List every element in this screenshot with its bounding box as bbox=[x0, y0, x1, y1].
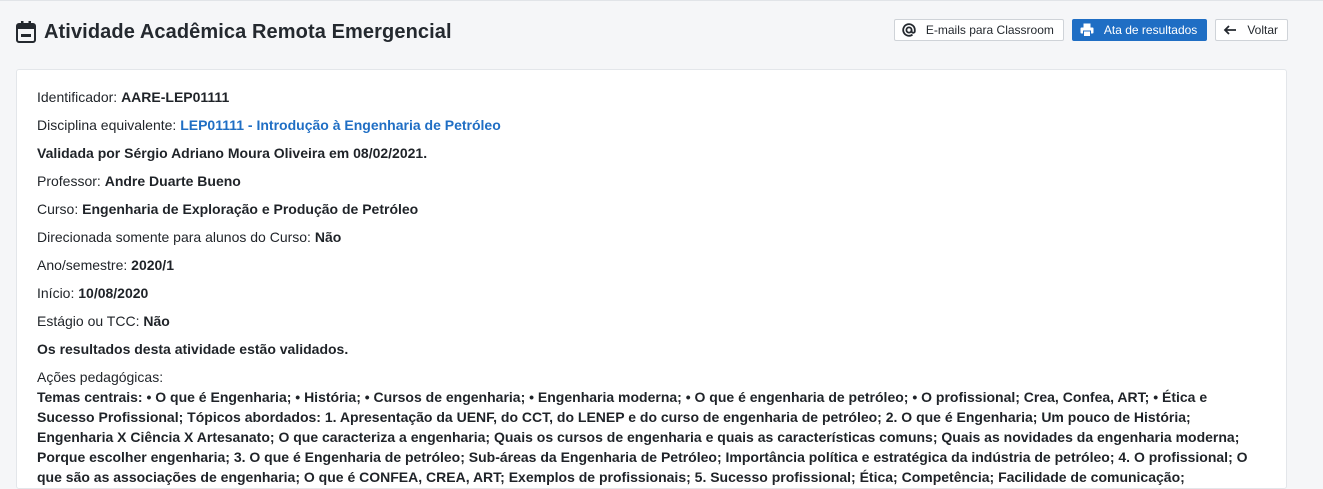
calendar-icon bbox=[16, 21, 36, 43]
professor-row: Professor: Andre Duarte Bueno bbox=[37, 171, 241, 191]
emails-classroom-label: E-mails para Classroom bbox=[925, 23, 1054, 37]
toolbar: E-mails para Classroom Ata de resultados… bbox=[893, 19, 1288, 41]
professor-label: Professor: bbox=[37, 173, 101, 189]
estagio-value: Não bbox=[143, 313, 170, 329]
voltar-button[interactable]: Voltar bbox=[1215, 19, 1288, 41]
validada-text: Validada por Sérgio Adriano Moura Olivei… bbox=[37, 145, 428, 161]
acoes-text: Temas centrais: • O que é Engenharia; • … bbox=[37, 389, 1248, 485]
ata-resultados-button[interactable]: Ata de resultados bbox=[1071, 19, 1208, 41]
disciplina-link[interactable]: LEP01111 - Introdução à Engenharia de Pe… bbox=[180, 117, 501, 133]
direcionada-row: Direcionada somente para alunos do Curso… bbox=[37, 227, 341, 247]
identificador-row: Identificador: AARE-LEP01111 bbox=[37, 87, 229, 107]
ano-label: Ano/semestre: bbox=[37, 257, 128, 273]
ano-value: 2020/1 bbox=[131, 257, 174, 273]
estagio-label: Estágio ou TCC: bbox=[37, 313, 140, 329]
at-icon bbox=[902, 23, 916, 37]
resultados-text: Os resultados desta atividade estão vali… bbox=[37, 341, 349, 357]
page-title: Atividade Acadêmica Remota Emergencial bbox=[44, 20, 452, 43]
inicio-row: Início: 10/08/2020 bbox=[37, 283, 148, 303]
disciplina-row: Disciplina equivalente: LEP01111 - Intro… bbox=[37, 115, 501, 135]
estagio-row: Estágio ou TCC: Não bbox=[37, 311, 170, 331]
acoes-label: Ações pedagógicas: bbox=[37, 369, 164, 385]
printer-icon bbox=[1080, 23, 1094, 37]
ano-row: Ano/semestre: 2020/1 bbox=[37, 255, 174, 275]
details-card: Identificador: AARE-LEP01111 Disciplina … bbox=[16, 69, 1287, 489]
inicio-label: Início: bbox=[37, 285, 75, 301]
resultados-row: Os resultados desta atividade estão vali… bbox=[37, 339, 348, 359]
curso-row: Curso: Engenharia de Exploração e Produç… bbox=[37, 199, 418, 219]
ata-resultados-label: Ata de resultados bbox=[1103, 23, 1198, 37]
validada-row: Validada por Sérgio Adriano Moura Olivei… bbox=[37, 143, 427, 163]
curso-value: Engenharia de Exploração e Produção de P… bbox=[82, 201, 419, 217]
disciplina-label: Disciplina equivalente: bbox=[37, 117, 177, 133]
inicio-value: 10/08/2020 bbox=[78, 285, 149, 301]
emails-classroom-button[interactable]: E-mails para Classroom bbox=[893, 19, 1064, 41]
direcionada-value: Não bbox=[314, 229, 342, 245]
professor-value: Andre Duarte Bueno bbox=[104, 173, 241, 189]
identificador-value: AARE-LEP01111 bbox=[121, 89, 230, 105]
top-border bbox=[0, 0, 1323, 1]
voltar-label: Voltar bbox=[1247, 23, 1278, 37]
arrow-left-icon bbox=[1223, 23, 1237, 37]
curso-label: Curso: bbox=[37, 201, 79, 217]
identificador-label: Identificador: bbox=[37, 89, 118, 105]
acoes-row: Ações pedagógicas: bbox=[37, 367, 163, 387]
direcionada-label: Direcionada somente para alunos do Curso… bbox=[37, 229, 311, 245]
